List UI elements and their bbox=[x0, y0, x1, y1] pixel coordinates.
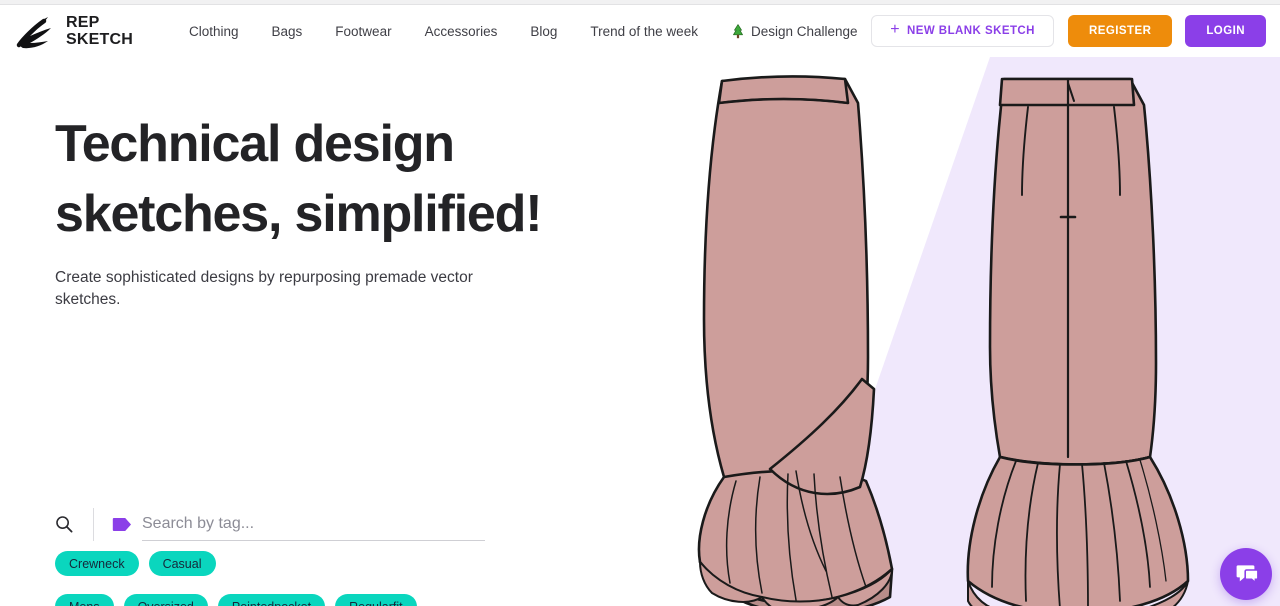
headline-line-2: sketches, simplified! bbox=[55, 185, 543, 243]
chat-support-button[interactable] bbox=[1220, 548, 1272, 600]
nav-item-design-challenge[interactable]: Design Challenge bbox=[731, 24, 858, 39]
new-blank-sketch-button[interactable]: + NEW BLANK SKETCH bbox=[871, 15, 1054, 47]
mermaid-skirt-back-sketch bbox=[966, 77, 1190, 606]
chat-bubbles-icon bbox=[1236, 565, 1259, 585]
hero-subheadline: Create sophisticated designs by repurpos… bbox=[55, 269, 473, 308]
tag-chip-mens[interactable]: Mens bbox=[55, 594, 114, 606]
hero-section: Technical design sketches, simplified! C… bbox=[0, 57, 620, 311]
brand-logo[interactable]: REP SKETCH bbox=[14, 10, 133, 52]
brand-name: REP SKETCH bbox=[66, 14, 133, 48]
nav-item-footwear[interactable]: Footwear bbox=[335, 24, 391, 39]
tag-chip-oversized[interactable]: Oversized bbox=[123, 594, 208, 606]
page-title: Technical design sketches, simplified! bbox=[55, 109, 620, 249]
brand-line-2: SKETCH bbox=[66, 31, 133, 48]
search-input[interactable] bbox=[142, 515, 485, 541]
tag-chip-crewneck[interactable]: Crewneck bbox=[55, 551, 139, 576]
nav-item-trend-of-the-week[interactable]: Trend of the week bbox=[590, 24, 698, 39]
nav-item-design-challenge-label: Design Challenge bbox=[750, 23, 858, 39]
login-button[interactable]: LOGIN bbox=[1185, 15, 1266, 47]
search-divider bbox=[93, 508, 94, 541]
register-button[interactable]: REGISTER bbox=[1067, 15, 1173, 47]
nav-item-clothing[interactable]: Clothing bbox=[189, 24, 239, 39]
headline-line-1: Technical design bbox=[55, 115, 455, 173]
pine-tree-icon bbox=[733, 23, 743, 38]
site-header: REP SKETCH Clothing Bags Footwear Access… bbox=[0, 5, 1280, 57]
mermaid-skirt-front-sketch bbox=[697, 75, 894, 606]
magnifier-icon[interactable] bbox=[55, 515, 73, 533]
tag-label-icon bbox=[112, 518, 131, 531]
tag-chip-pointedpocket[interactable]: Pointedpocket bbox=[217, 594, 326, 606]
header-actions: + NEW BLANK SKETCH REGISTER LOGIN bbox=[871, 5, 1266, 57]
brand-line-1: REP bbox=[66, 14, 100, 31]
tag-chip-list: Crewneck Casual Mens Oversized Pointedpo… bbox=[55, 551, 615, 606]
nav-item-accessories[interactable]: Accessories bbox=[425, 24, 498, 39]
main-navigation: Clothing Bags Footwear Accessories Blog … bbox=[189, 24, 858, 39]
tag-chip-regularfit[interactable]: Regularfit bbox=[335, 594, 417, 606]
nav-item-blog[interactable]: Blog bbox=[530, 24, 557, 39]
tag-chip-casual[interactable]: Casual bbox=[148, 551, 216, 576]
tag-search-bar bbox=[55, 508, 485, 541]
hero-illustration bbox=[697, 75, 1190, 606]
new-blank-sketch-label: NEW BLANK SKETCH bbox=[906, 25, 1035, 37]
brush-stroke-logo-icon bbox=[16, 17, 51, 49]
nav-item-bags[interactable]: Bags bbox=[272, 24, 303, 39]
